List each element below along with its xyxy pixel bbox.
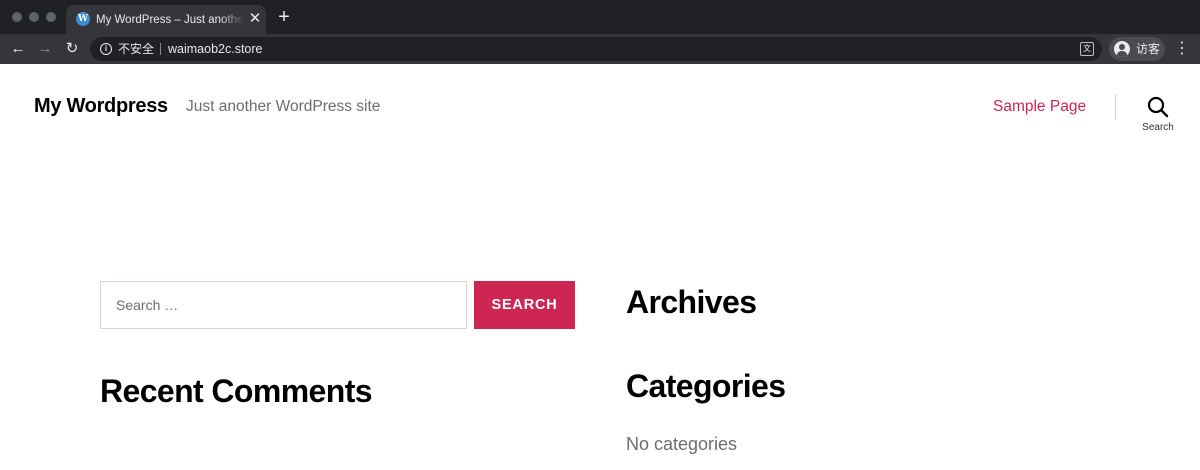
tab-close-icon[interactable]: ✕ [248,11,262,27]
browser-tab-active[interactable]: W My WordPress – Just another WordPress … [66,5,266,34]
header-divider [1115,94,1116,120]
browser-menu-icon[interactable]: ⋮ [1174,39,1190,59]
maximize-window-dot[interactable] [46,12,56,22]
archives-heading: Archives [626,284,757,320]
browser-tab-bar: W My WordPress – Just another WordPress … [0,0,1200,34]
profile-avatar-icon [1114,41,1130,57]
info-icon[interactable]: i [100,43,112,55]
browser-toolbar: ← → ↻ i 不安全 waimaob2c.store 文 访客 ⋮ [0,34,1200,64]
profile-button[interactable]: 访客 [1109,37,1165,61]
search-icon [1147,96,1169,118]
search-toggle-button[interactable]: Search [1136,93,1180,137]
forward-button[interactable]: → [35,39,55,59]
nav-link-sample-page[interactable]: Sample Page [993,97,1086,117]
close-window-dot[interactable] [12,12,22,22]
reload-button[interactable]: ↻ [62,39,82,59]
url-text[interactable]: waimaob2c.store [168,41,263,57]
address-bar[interactable]: i 不安全 waimaob2c.store 文 [90,37,1102,61]
search-input[interactable] [100,281,467,329]
site-tagline: Just another WordPress site [186,98,381,115]
site-title[interactable]: My Wordpress [34,94,168,118]
translate-icon[interactable]: 文 [1080,42,1094,56]
tab-title: My WordPress – Just another WordPress si… [96,12,244,28]
address-divider [160,43,161,55]
minimize-window-dot[interactable] [29,12,39,22]
back-button[interactable]: ← [8,39,28,59]
profile-label: 访客 [1136,42,1161,56]
categories-empty-text: No categories [626,434,738,454]
security-status[interactable]: 不安全 [118,41,154,57]
search-submit-button[interactable]: SEARCH [474,281,575,329]
search-toggle-label: Search [1142,122,1174,133]
wordpress-icon: W [76,12,90,26]
recent-comments-heading: Recent Comments [100,373,373,409]
categories-heading: Categories [626,368,786,404]
new-tab-button[interactable]: + [275,7,293,27]
